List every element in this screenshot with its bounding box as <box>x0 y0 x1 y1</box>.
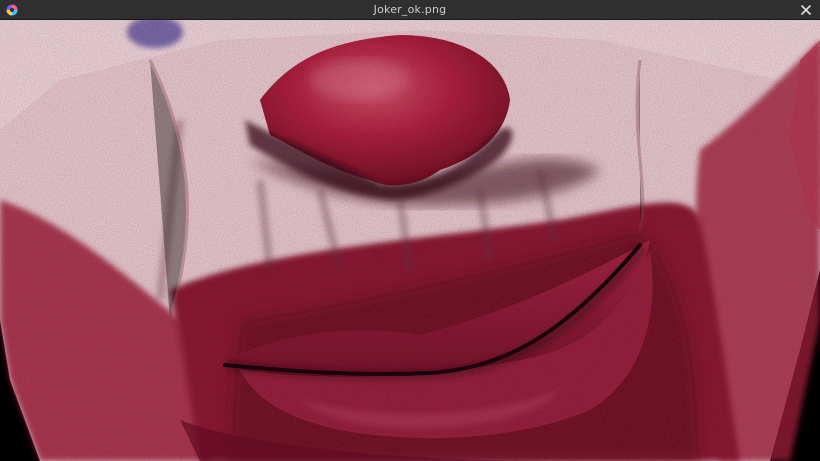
close-button[interactable] <box>798 2 814 18</box>
window-title: Joker_ok.png <box>373 3 447 16</box>
title-bar: Joker_ok.png <box>0 0 820 20</box>
close-icon <box>801 5 811 15</box>
viewer-app-icon <box>6 4 18 16</box>
image-canvas[interactable] <box>0 20 820 461</box>
joker-painting-image <box>0 20 820 461</box>
